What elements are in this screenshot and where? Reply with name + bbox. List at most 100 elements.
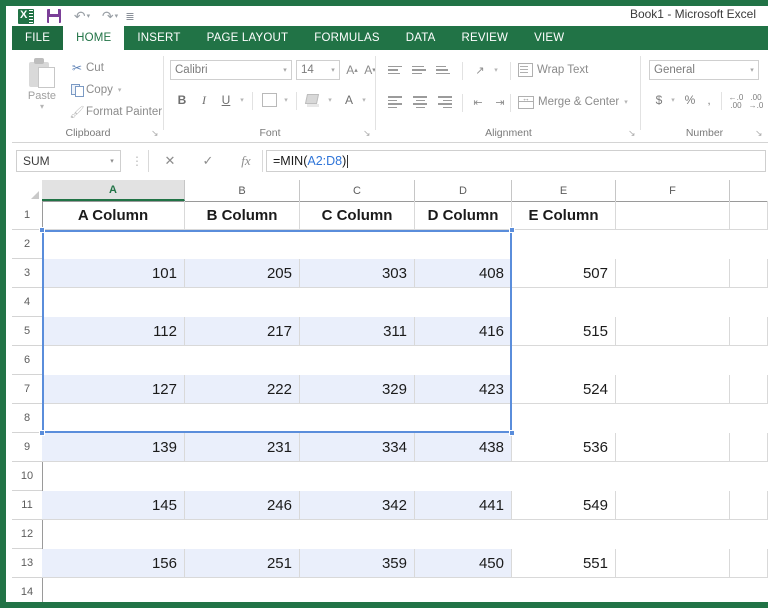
font-color-dropdown-icon[interactable]: ▾	[358, 90, 370, 110]
copy-button[interactable]: Copy ▾	[68, 80, 121, 100]
cell-a4[interactable]: 127	[42, 375, 185, 404]
cell-d5[interactable]: 438	[415, 433, 512, 462]
selection-handle-1[interactable]	[39, 227, 45, 233]
cell-a6[interactable]: 145	[42, 491, 185, 520]
merge-dropdown-icon[interactable]: ▾	[624, 98, 628, 106]
cell-g3[interactable]	[730, 317, 768, 346]
cell-b6[interactable]: 246	[185, 491, 300, 520]
column-header-e[interactable]: E	[512, 180, 616, 201]
tab-data[interactable]: DATA	[393, 26, 449, 50]
cell-b2[interactable]: 205	[185, 259, 300, 288]
selection-handle-3[interactable]	[39, 430, 45, 436]
align-middle-button[interactable]	[412, 62, 428, 78]
column-header-a[interactable]: A	[42, 180, 185, 201]
cell-e4[interactable]: 524	[512, 375, 616, 404]
paste-button[interactable]: Paste ▾	[20, 56, 64, 122]
italic-button[interactable]: I	[194, 90, 214, 110]
cell-d7[interactable]: 450	[415, 549, 512, 578]
cell-a7[interactable]: 156	[42, 549, 185, 578]
underline-dropdown-icon[interactable]: ▾	[236, 90, 248, 110]
cell-c2[interactable]: 303	[300, 259, 415, 288]
cell-e7[interactable]: 551	[512, 549, 616, 578]
currency-dropdown-icon[interactable]: ▾	[667, 90, 679, 110]
cell-b3[interactable]: 217	[185, 317, 300, 346]
undo-icon[interactable]: ↶ ▾	[68, 6, 96, 26]
cell-e3[interactable]: 515	[512, 317, 616, 346]
customize-quick-access-icon[interactable]: ≣	[124, 6, 136, 26]
cell-g2[interactable]	[730, 259, 768, 288]
copy-dropdown-icon[interactable]: ▾	[118, 86, 122, 94]
cell-c1[interactable]: C Column	[300, 201, 415, 230]
cell-c4[interactable]: 329	[300, 375, 415, 404]
selection-handle-4[interactable]	[509, 430, 515, 436]
row-header-6[interactable]: 6	[12, 346, 42, 375]
row-header-5[interactable]: 5	[12, 317, 42, 346]
cell-a5[interactable]: 139	[42, 433, 185, 462]
cell-c6[interactable]: 342	[300, 491, 415, 520]
cell-f1[interactable]	[616, 201, 730, 230]
cell-e2[interactable]: 507	[512, 259, 616, 288]
font-size-select[interactable]: 14 ▾	[296, 60, 340, 80]
cell-d4[interactable]: 423	[415, 375, 512, 404]
row-header-8[interactable]: 8	[12, 404, 42, 433]
align-top-button[interactable]	[388, 62, 404, 78]
cell-d6[interactable]: 441	[415, 491, 512, 520]
row-header-12[interactable]: 12	[12, 520, 42, 549]
decrease-indent-button[interactable]: ⇤	[468, 92, 488, 112]
tab-file[interactable]: FILE	[12, 26, 64, 50]
selection-handle-2[interactable]	[509, 227, 515, 233]
tab-review[interactable]: REVIEW	[449, 26, 522, 50]
cell-f4[interactable]	[616, 375, 730, 404]
borders-dropdown-icon[interactable]: ▾	[280, 90, 292, 110]
number-format-select[interactable]: General ▾	[649, 60, 759, 80]
cell-d2[interactable]: 408	[415, 259, 512, 288]
cell-g1[interactable]	[730, 201, 768, 230]
name-box[interactable]: SUM ▾	[16, 150, 121, 172]
column-header-f[interactable]: F	[616, 180, 730, 201]
cell-f3[interactable]	[616, 317, 730, 346]
grow-font-button[interactable]: A ▴	[344, 60, 360, 80]
select-all-button[interactable]	[12, 180, 43, 201]
cell-f6[interactable]	[616, 491, 730, 520]
wrap-text-button[interactable]: Wrap Text	[518, 60, 588, 80]
cell-f2[interactable]	[616, 259, 730, 288]
row-header-4[interactable]: 4	[12, 288, 42, 317]
insert-function-button[interactable]: fx	[228, 151, 264, 171]
column-header-b[interactable]: B	[185, 180, 300, 201]
fill-color-button[interactable]	[302, 90, 324, 110]
confirm-edit-button[interactable]: ✓	[190, 151, 226, 171]
font-dialog-launcher-icon[interactable]: ↘	[363, 129, 372, 138]
bold-button[interactable]: B	[172, 90, 192, 110]
tab-page-layout[interactable]: PAGE LAYOUT	[194, 26, 302, 50]
row-header-7[interactable]: 7	[12, 375, 42, 404]
align-bottom-button[interactable]	[436, 62, 452, 78]
row-header-2[interactable]: 2	[12, 230, 42, 259]
cell-b7[interactable]: 251	[185, 549, 300, 578]
redo-icon[interactable]: ↷ ▾	[96, 6, 124, 26]
cell-f5[interactable]	[616, 433, 730, 462]
paste-dropdown-icon[interactable]: ▾	[20, 102, 64, 111]
clipboard-dialog-launcher-icon[interactable]: ↘	[151, 129, 160, 138]
fill-color-dropdown-icon[interactable]: ▾	[324, 90, 336, 110]
percent-style-button[interactable]: %	[681, 90, 699, 110]
cell-f7[interactable]	[616, 549, 730, 578]
underline-button[interactable]: U	[216, 90, 236, 110]
cell-d1[interactable]: D Column	[415, 201, 512, 230]
font-color-button[interactable]: A	[340, 90, 358, 110]
formula-input[interactable]: =MIN(A2:D8)	[266, 150, 766, 172]
currency-button[interactable]: $	[651, 90, 667, 110]
number-dialog-launcher-icon[interactable]: ↘	[755, 129, 764, 138]
cell-c7[interactable]: 359	[300, 549, 415, 578]
cell-b4[interactable]: 222	[185, 375, 300, 404]
font-family-select[interactable]: Calibri ▾	[170, 60, 292, 80]
increase-indent-button[interactable]: ⇥	[490, 92, 510, 112]
cut-button[interactable]: ✂ Cut	[68, 58, 104, 78]
cell-g5[interactable]	[730, 433, 768, 462]
comma-style-button[interactable]: ,	[701, 90, 717, 110]
cell-g6[interactable]	[730, 491, 768, 520]
row-header-3[interactable]: 3	[12, 259, 42, 288]
row-header-13[interactable]: 13	[12, 549, 42, 578]
column-header-c[interactable]: C	[300, 180, 415, 201]
orientation-dropdown-icon[interactable]: ▾	[490, 60, 502, 80]
row-header-11[interactable]: 11	[12, 491, 42, 520]
